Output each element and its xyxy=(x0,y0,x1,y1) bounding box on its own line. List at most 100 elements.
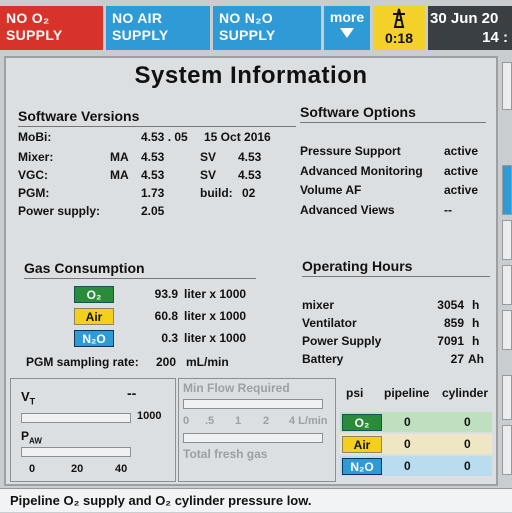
hours-unit: Ah xyxy=(468,352,484,366)
version-label: MoBi: xyxy=(18,130,52,144)
timer-value: 0:18 xyxy=(384,30,414,46)
hours-value: 27 xyxy=(450,352,464,366)
cylinder-value: 0 xyxy=(464,415,471,429)
pipeline-value: 0 xyxy=(404,459,411,473)
gas-consumption-unit: liter x 1000 xyxy=(184,309,247,323)
flow-tick: 0 xyxy=(183,415,190,427)
side-button[interactable] xyxy=(502,165,512,215)
fresh-gas-bar xyxy=(183,433,323,443)
time-text: 14 : xyxy=(482,29,508,46)
side-button[interactable] xyxy=(502,265,512,305)
side-button[interactable] xyxy=(502,62,512,110)
version-tag: MA xyxy=(110,150,129,164)
version-value: 4.53 xyxy=(238,150,262,164)
side-button[interactable] xyxy=(502,375,512,420)
alarm-label: NO AIR SUPPLY xyxy=(112,10,169,43)
version-value: 02 xyxy=(242,186,256,200)
hours-value: 3054 xyxy=(437,298,464,312)
hours-value: 859 xyxy=(443,316,464,330)
software-versions-heading: Software Versions xyxy=(18,108,140,124)
gas-consumption-heading: Gas Consumption xyxy=(24,260,145,276)
min-flow-bar xyxy=(183,399,323,409)
version-value: 1.73 xyxy=(141,186,165,200)
alarm-label: NO N₂O SUPPLY xyxy=(219,10,276,43)
table-header: pipeline xyxy=(384,386,430,400)
side-button[interactable] xyxy=(502,425,512,475)
version-tag: MA xyxy=(110,168,129,182)
hours-label: Power Supply xyxy=(302,334,382,348)
side-button[interactable] xyxy=(502,310,512,350)
page-title: System Information xyxy=(134,62,368,89)
alarm-timer[interactable]: 0:18 xyxy=(373,6,425,50)
vt-label: VT xyxy=(21,389,36,407)
option-label: Advanced Views xyxy=(300,203,395,217)
pgm-sampling-label: PGM sampling rate: xyxy=(26,355,139,369)
hours-unit: h xyxy=(472,334,480,348)
version-value: 4.53 . 05 xyxy=(141,130,188,144)
pipeline-value: 0 xyxy=(404,415,411,429)
divider xyxy=(24,278,256,279)
vt-paw-gauge-box: VT -- 1000 PAW 0 20 40 xyxy=(10,378,176,482)
date-text: 30 Jun 20 xyxy=(430,10,499,27)
version-tag: build: xyxy=(200,186,233,200)
cylinder-value: 0 xyxy=(464,437,471,451)
warning-tower-icon xyxy=(393,8,405,28)
cylinder-value: 0 xyxy=(464,459,471,473)
gas-chip-n2o: N₂O xyxy=(342,458,382,475)
alarm-label: NO O₂ SUPPLY xyxy=(6,10,63,43)
hours-label: mixer xyxy=(302,298,335,312)
option-label: Pressure Support xyxy=(300,144,401,158)
gas-consumption-value: 93.9 xyxy=(154,287,178,301)
pgm-sampling-value: 200 xyxy=(156,355,177,369)
gas-consumption-value: 0.3 xyxy=(161,331,178,345)
option-status: active xyxy=(444,164,479,178)
alarm-no-n2o-supply[interactable]: NO N₂O SUPPLY xyxy=(213,6,321,50)
version-tag: SV xyxy=(200,168,217,182)
paw-tick: 40 xyxy=(115,463,128,475)
gas-chip-o2: O₂ xyxy=(74,286,114,303)
option-status: active xyxy=(444,183,479,197)
version-value: 2.05 xyxy=(141,204,165,218)
min-flow-box: Min Flow Required 0 .5 1 2 4 L/min Total… xyxy=(178,378,336,482)
version-value: 4.53 xyxy=(141,168,165,182)
status-message: Pipeline O₂ supply and O₂ cylinder press… xyxy=(0,488,512,512)
vt-max-tick: 1000 xyxy=(137,410,162,422)
hours-value: 7091 xyxy=(437,334,464,348)
version-value: 4.53 xyxy=(141,150,165,164)
pgm-sampling-unit: mL/min xyxy=(186,355,229,369)
operating-hours-heading: Operating Hours xyxy=(302,258,413,274)
more-alarms-button[interactable]: more xyxy=(324,6,370,50)
paw-bar xyxy=(21,447,131,457)
version-date: 15 Oct 2016 xyxy=(204,130,271,144)
gas-chip-o2: O₂ xyxy=(342,414,382,431)
hours-label: Battery xyxy=(302,352,344,366)
option-status: -- xyxy=(444,203,452,217)
gas-consumption-unit: liter x 1000 xyxy=(184,331,247,345)
flow-tick: .5 xyxy=(205,415,215,427)
gas-consumption-value: 60.8 xyxy=(154,309,178,323)
date-time-display: 30 Jun 20 14 : xyxy=(428,6,512,50)
alarm-no-air-supply[interactable]: NO AIR SUPPLY xyxy=(106,6,210,50)
alarm-no-o2-supply[interactable]: NO O₂ SUPPLY xyxy=(0,6,103,50)
side-button[interactable] xyxy=(502,220,512,260)
gas-chip-air: Air xyxy=(342,436,382,453)
system-information-panel: System Information Software Versions MoB… xyxy=(4,56,498,486)
flow-tick: 4 L/min xyxy=(289,415,328,427)
gas-chip-n2o: N₂O xyxy=(74,330,114,347)
version-tag: SV xyxy=(200,150,217,164)
paw-tick: 20 xyxy=(71,463,84,475)
pipeline-value: 0 xyxy=(404,437,411,451)
divider xyxy=(302,276,490,277)
table-header: psi xyxy=(346,386,364,400)
option-status: active xyxy=(444,144,479,158)
gas-consumption-unit: liter x 1000 xyxy=(184,287,247,301)
vt-value: -- xyxy=(127,385,137,401)
table-header: cylinder xyxy=(442,386,489,400)
version-value: 4.53 xyxy=(238,168,262,182)
chevron-down-icon xyxy=(340,28,354,38)
gas-chip-air: Air xyxy=(74,308,114,325)
paw-tick: 0 xyxy=(29,463,36,475)
hours-label: Ventilator xyxy=(302,316,357,330)
version-label: VGC: xyxy=(18,168,48,182)
software-options-heading: Software Options xyxy=(300,104,416,120)
